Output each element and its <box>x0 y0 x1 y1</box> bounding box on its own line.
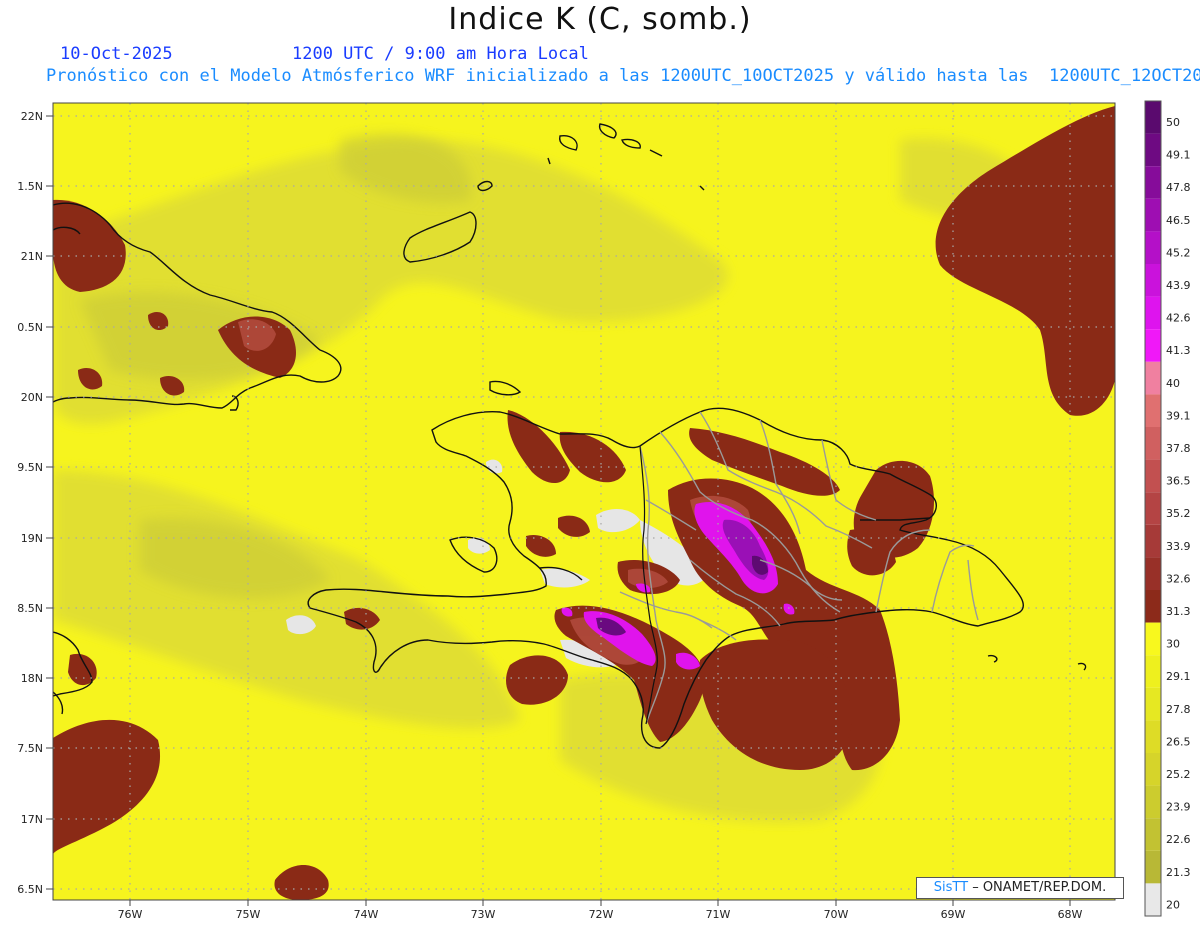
lat-label: 0.5N <box>17 321 43 334</box>
credit-text: ONAMET/REP.DOM. <box>982 880 1107 895</box>
colorbar-swatch <box>1145 753 1161 786</box>
lon-label: 74W <box>354 908 379 921</box>
colorbar-label: 36.5 <box>1166 475 1191 488</box>
colorbar-label: 43.9 <box>1166 279 1191 292</box>
lon-label: 68W <box>1058 908 1083 921</box>
colorbar-swatch <box>1145 459 1161 493</box>
colorbar-swatch <box>1145 590 1161 623</box>
colorbar-swatch <box>1145 166 1161 199</box>
colorbar-label: 37.8 <box>1166 442 1191 455</box>
lat-label: 21N <box>21 250 43 263</box>
lat-label: 9.5N <box>17 461 43 474</box>
colorbar-label: 25.2 <box>1166 768 1191 781</box>
colorbar-label: 32.6 <box>1166 572 1191 585</box>
colorbar-swatch <box>1145 427 1161 460</box>
lon-label: 69W <box>941 908 966 921</box>
colorbar-label: 30 <box>1166 638 1180 651</box>
colorbar-label: 41.3 <box>1166 344 1191 357</box>
lon-label: 71W <box>706 908 731 921</box>
colorbar-swatch <box>1145 687 1161 721</box>
colorbar-swatch <box>1145 720 1161 753</box>
lon-label: 75W <box>236 908 261 921</box>
colorbar-label: 49.1 <box>1166 149 1191 162</box>
lat-label: 22N <box>21 110 43 123</box>
colorbar-swatch <box>1145 101 1161 134</box>
lat-label: 1.5N <box>17 180 43 193</box>
colorbar-swatch <box>1145 883 1161 916</box>
colorbar-swatch <box>1145 785 1161 819</box>
lon-label: 73W <box>471 908 496 921</box>
colorbar-swatch <box>1145 264 1161 297</box>
colorbar-swatch <box>1145 655 1161 688</box>
lon-label: 70W <box>824 908 849 921</box>
colorbar-label: 29.1 <box>1166 670 1191 683</box>
colorbar-label: 50 <box>1166 116 1180 129</box>
lat-label: 17N <box>21 813 43 826</box>
colorbar-label: 33.9 <box>1166 540 1191 553</box>
lat-label: 19N <box>21 532 43 545</box>
colorbar-swatch <box>1145 361 1161 395</box>
colorbar-label: 45.2 <box>1166 246 1191 259</box>
colorbar-swatch <box>1145 622 1161 656</box>
lat-label: 6.5N <box>17 883 43 896</box>
lon-label: 76W <box>118 908 143 921</box>
colorbar-swatch <box>1145 557 1161 590</box>
colorbar-label: 35.2 <box>1166 507 1191 520</box>
credit-box: SisTT – ONAMET/REP.DOM. <box>916 877 1124 899</box>
colorbar-label: 22.6 <box>1166 833 1191 846</box>
lat-label: 8.5N <box>17 602 43 615</box>
colorbar-swatch <box>1145 818 1161 851</box>
k-index-map: 22N 1.5N 21N 0.5N 20N 9.5N 19N 8.5N 18N … <box>17 100 1191 921</box>
colorbar-swatch <box>1145 524 1161 558</box>
colorbar-label: 47.8 <box>1166 181 1191 194</box>
lat-label: 7.5N <box>17 742 43 755</box>
longitude-labels: 76W 75W 74W 73W 72W 71W 70W 69W 68W <box>118 900 1083 921</box>
colorbar-label: 27.8 <box>1166 703 1191 716</box>
colorbar-swatch <box>1145 231 1161 264</box>
colorbar-label: 20 <box>1166 898 1180 911</box>
colorbar-label: 21.3 <box>1166 866 1191 879</box>
sistt-logo: SisTT <box>933 880 969 895</box>
lat-label: 20N <box>21 391 43 404</box>
colorbar-swatch <box>1145 329 1161 362</box>
shaded-field <box>53 103 1115 900</box>
colorbar-swatch <box>1145 133 1161 167</box>
colorbar-label: 40 <box>1166 377 1180 390</box>
lon-label: 72W <box>589 908 614 921</box>
colorbar-label: 31.3 <box>1166 605 1191 618</box>
colorbar-label: 46.5 <box>1166 214 1191 227</box>
colorbar-label: 23.9 <box>1166 801 1191 814</box>
colorbar-swatch <box>1145 850 1161 884</box>
colorbar-label: 42.6 <box>1166 312 1191 325</box>
colorbar-label: 39.1 <box>1166 409 1191 422</box>
colorbar-swatch <box>1145 394 1161 427</box>
colorbar-swatch <box>1145 492 1161 525</box>
colorbar-swatch <box>1145 198 1161 232</box>
lat-label: 18N <box>21 672 43 685</box>
colorbar: 50 49.1 47.8 46.5 45.2 43.9 42.6 41.3 40 39.1 37.8… <box>1144 100 1191 917</box>
colorbar-label: 26.5 <box>1166 735 1191 748</box>
latitude-labels: 22N 1.5N 21N 0.5N 20N 9.5N 19N 8.5N 18N … <box>17 110 53 896</box>
colorbar-swatch <box>1145 296 1161 330</box>
